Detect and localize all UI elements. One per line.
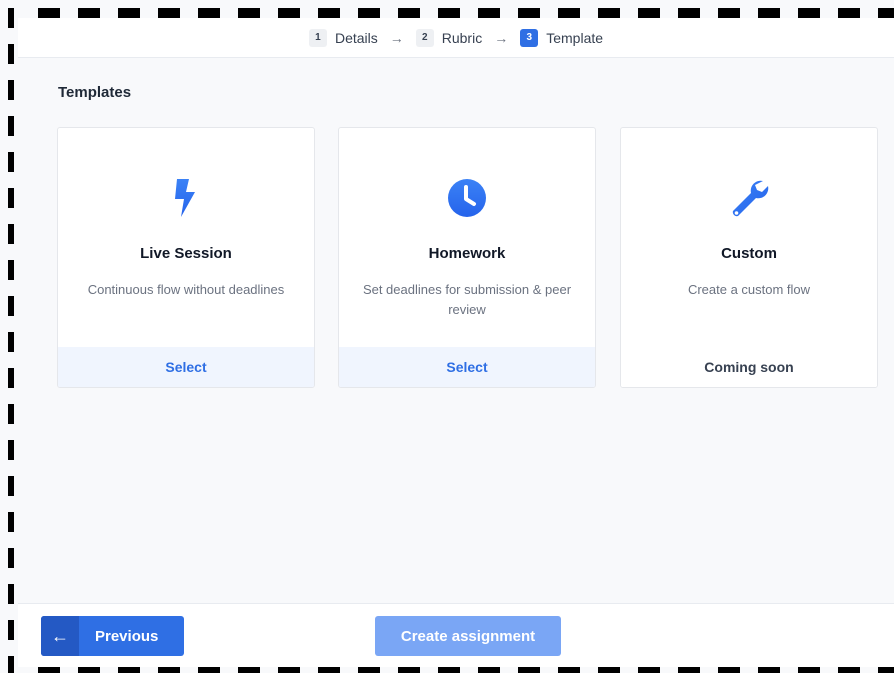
- template-card-live-session: Live Session Continuous flow without dea…: [57, 127, 315, 388]
- step-template[interactable]: 3 Template: [520, 28, 604, 47]
- step-label: Details: [334, 29, 378, 46]
- step-rubric[interactable]: 2 Rubric: [415, 28, 483, 47]
- arrow-left-icon: ←: [41, 616, 79, 656]
- coming-soon-label: Coming soon: [621, 347, 877, 387]
- select-button[interactable]: Select: [58, 347, 314, 387]
- card-title: Homework: [428, 245, 506, 262]
- card-description: Continuous flow without deadlines: [87, 282, 285, 297]
- step-label: Rubric: [441, 29, 483, 46]
- lightning-icon: [58, 176, 314, 220]
- footer-bar: ← Previous Create assignment: [18, 603, 894, 667]
- card-description: Set deadlines for submission & peer revi…: [362, 282, 572, 317]
- wrench-icon: [621, 176, 877, 220]
- card-title: Custom: [721, 245, 777, 262]
- step-number: 3: [520, 28, 539, 47]
- app-frame: 1 Details → 2 Rubric → 3 Template Templa…: [0, 0, 894, 673]
- select-button[interactable]: Select: [339, 347, 595, 387]
- clock-icon: [339, 176, 595, 220]
- step-label: Template: [546, 29, 604, 46]
- template-card-homework: Homework Set deadlines for submission & …: [338, 127, 596, 388]
- card-description: Create a custom flow: [687, 282, 811, 297]
- create-assignment-button[interactable]: Create assignment: [375, 616, 561, 656]
- previous-label: Previous: [95, 627, 159, 645]
- card-title: Live Session: [140, 245, 232, 262]
- step-number: 1: [308, 28, 327, 47]
- previous-button[interactable]: ← Previous: [41, 616, 184, 656]
- template-card-custom: Custom Create a custom flow Coming soon: [620, 127, 878, 388]
- dashed-border-left: [8, 8, 14, 673]
- dashed-border-top: [38, 8, 894, 18]
- arrow-right-icon: →: [494, 29, 509, 46]
- arrow-right-icon: →: [389, 29, 404, 46]
- section-title: Templates: [58, 84, 132, 101]
- stepper: 1 Details → 2 Rubric → 3 Template: [18, 18, 894, 58]
- step-details[interactable]: 1 Details: [308, 28, 378, 47]
- step-number: 2: [415, 28, 434, 47]
- dashed-border-bottom: [38, 667, 894, 673]
